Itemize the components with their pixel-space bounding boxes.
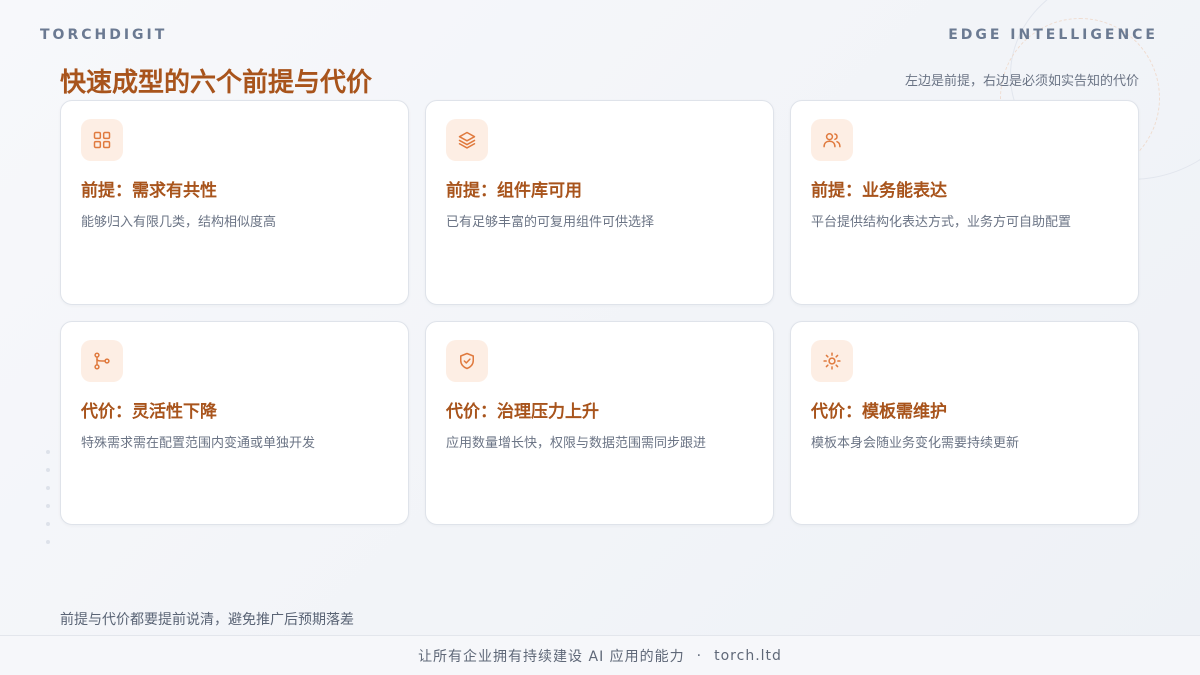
footer-site-link[interactable]: torch.ltd xyxy=(714,648,782,664)
card-description: 平台提供结构化表达方式，业务方可自助配置 xyxy=(811,215,1072,230)
footer-bar: 让所有企业拥有持续建设 AI 应用的能力 · torch.ltd xyxy=(0,635,1200,675)
card-description: 模板本身会随业务变化需要持续更新 xyxy=(811,436,1020,451)
card-cost-flexibility: 代价：灵活性下降 特殊需求需在配置范围内变通或单独开发 xyxy=(60,321,409,525)
card-title: 前提：业务能表达 xyxy=(811,181,947,201)
card-description: 应用数量增长快，权限与数据范围需同步跟进 xyxy=(446,436,707,451)
card-premise-business-expression: 前提：业务能表达 平台提供结构化表达方式，业务方可自助配置 xyxy=(790,100,1139,305)
footer-slogan: 让所有企业拥有持续建设 AI 应用的能力 xyxy=(418,648,685,665)
bottom-note: 前提与代价都要提前说清，避免推广后预期落差 xyxy=(60,612,354,628)
card-title: 代价：治理压力上升 xyxy=(446,402,599,422)
card-cost-template-maintenance: 代价：模板需维护 模板本身会随业务变化需要持续更新 xyxy=(790,321,1139,525)
card-title: 前提：需求有共性 xyxy=(81,181,217,201)
brand-tagline: EDGE INTELLIGENCE xyxy=(948,27,1158,43)
page-title: 快速成型的六个前提与代价 xyxy=(60,68,373,98)
card-title: 前提：组件库可用 xyxy=(446,181,582,201)
shield-check-icon xyxy=(446,340,488,382)
card-description: 已有足够丰富的可复用组件可供选择 xyxy=(446,215,655,230)
grid-icon xyxy=(81,119,123,161)
footer-separator: · xyxy=(696,647,703,664)
decorative-dots xyxy=(46,450,52,558)
card-title: 代价：灵活性下降 xyxy=(81,402,217,422)
page-subtitle: 左边是前提，右边是必须如实告知的代价 xyxy=(904,74,1139,89)
card-title: 代价：模板需维护 xyxy=(811,402,947,422)
branch-icon xyxy=(81,340,123,382)
card-grid: 前提：需求有共性 能够归入有限几类，结构相似度高 前提：组件库可用 已有足够丰富… xyxy=(60,100,1140,525)
card-cost-governance: 代价：治理压力上升 应用数量增长快，权限与数据范围需同步跟进 xyxy=(425,321,774,525)
card-premise-component-library: 前提：组件库可用 已有足够丰富的可复用组件可供选择 xyxy=(425,100,774,305)
card-description: 特殊需求需在配置范围内变通或单独开发 xyxy=(81,436,316,451)
card-premise-common-needs: 前提：需求有共性 能够归入有限几类，结构相似度高 xyxy=(60,100,409,305)
sun-icon xyxy=(811,340,853,382)
layers-icon xyxy=(446,119,488,161)
brand-logo-text: TORCHDIGIT xyxy=(40,27,168,43)
card-description: 能够归入有限几类，结构相似度高 xyxy=(81,215,277,230)
users-icon xyxy=(811,119,853,161)
